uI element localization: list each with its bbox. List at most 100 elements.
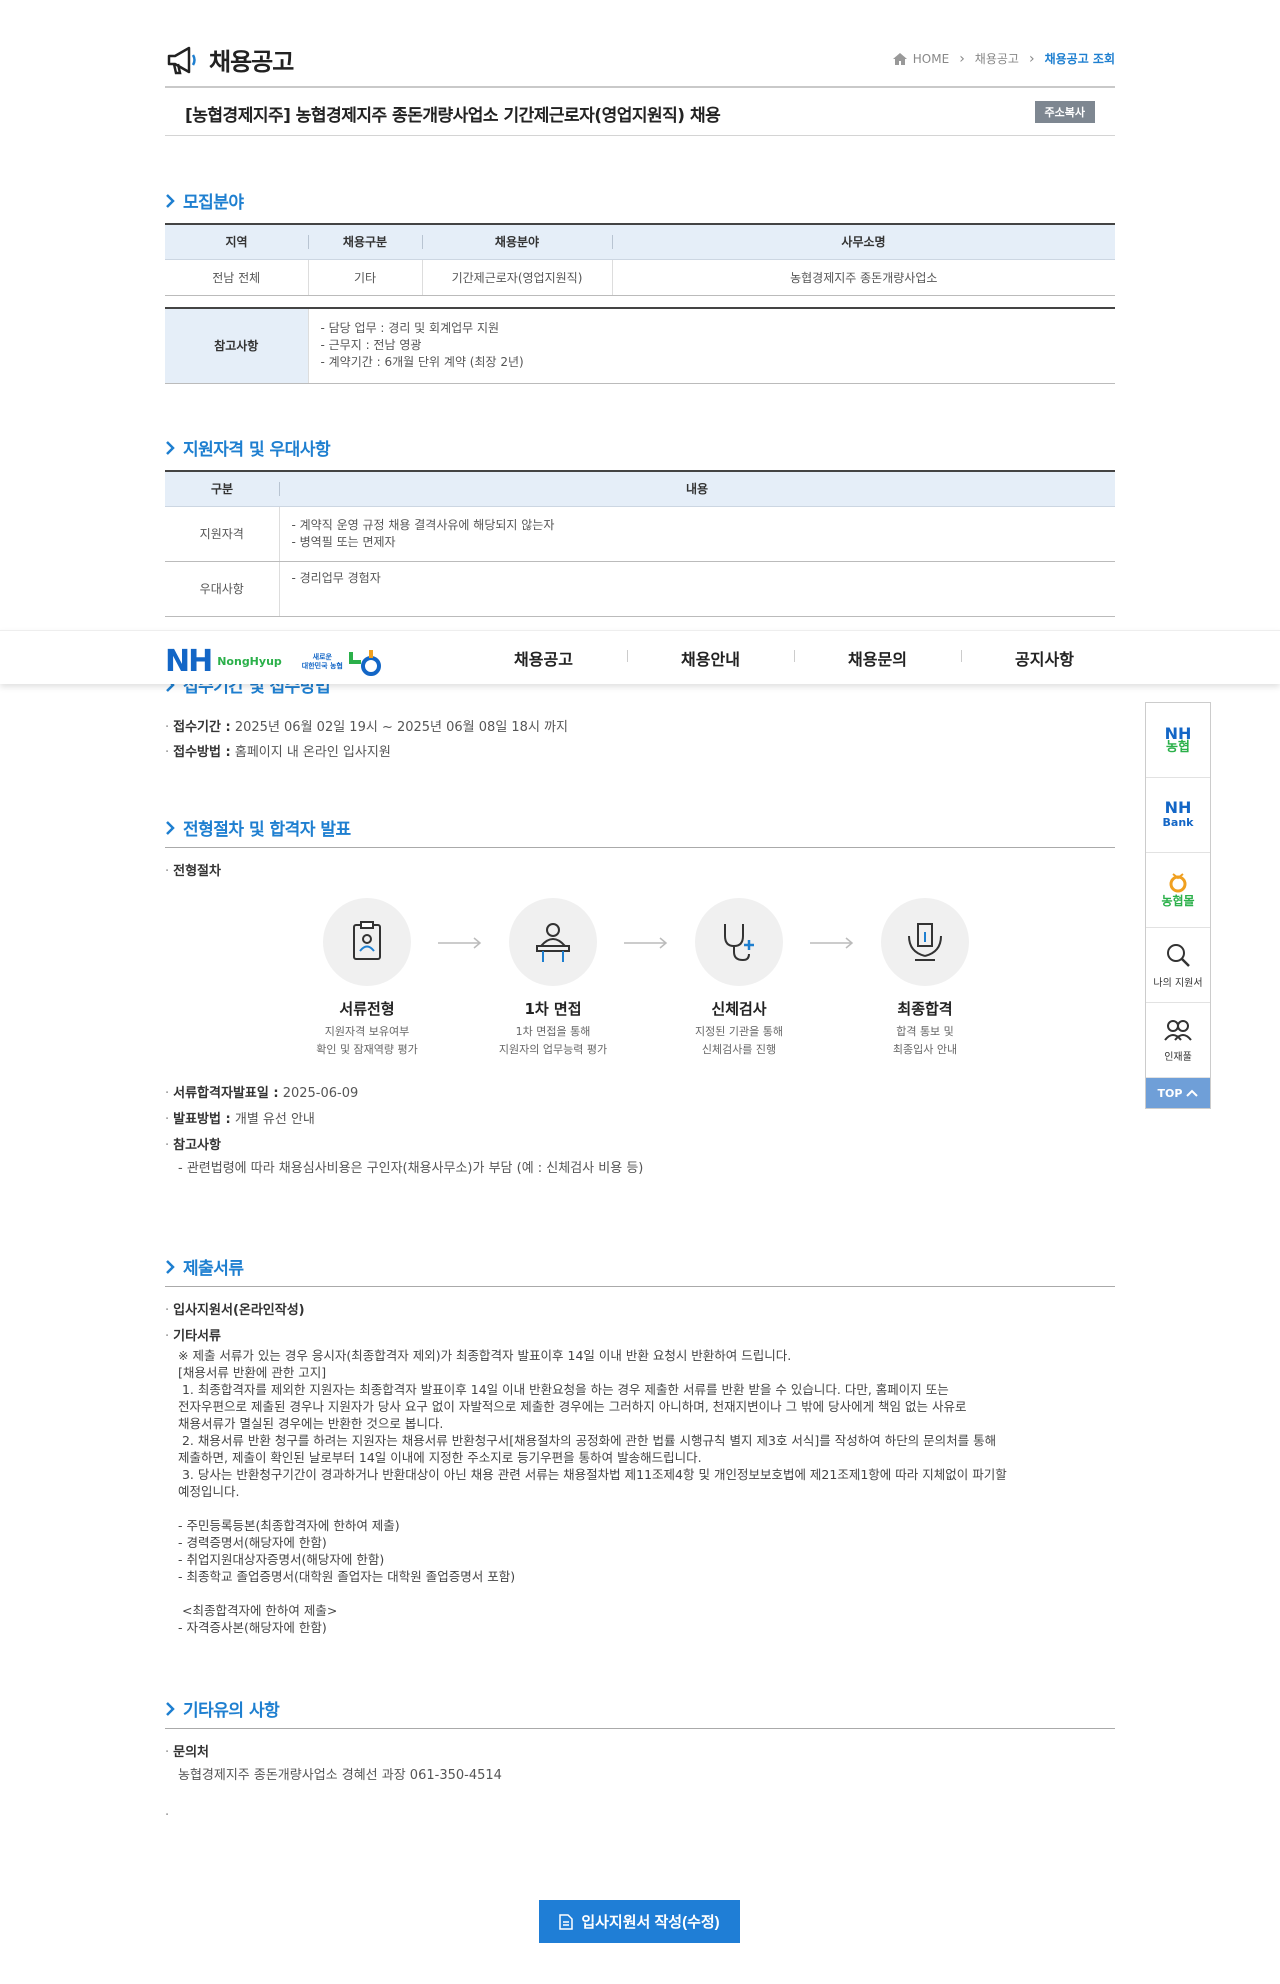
- label: 발표방법 :: [173, 1112, 231, 1127]
- nh-logo-text: NongHyup: [217, 655, 282, 668]
- step-desc: 지원자격 보유여부: [324, 1025, 410, 1038]
- section-title-text: 기타유의 사항: [183, 1701, 280, 1721]
- value: 2025년 06월 02일 19시 ~ 2025년 06월 08일 18시 까지: [234, 720, 568, 735]
- documents-body: ※ 제출 서류가 있는 경우 응시자(최종합격자 제외)가 최종합격자 발표이후…: [178, 1348, 1007, 1635]
- breadcrumb-home[interactable]: HOME: [913, 52, 949, 66]
- divider: [165, 1728, 1115, 1729]
- section-title-process: 전형절차 및 합격자 발표: [165, 815, 351, 840]
- step-desc: 최종입사 안내: [892, 1043, 958, 1056]
- step-desc: 확인 및 잠재역량 평가: [316, 1043, 418, 1056]
- table-cell: 기타: [307, 259, 422, 296]
- nh-brand-icon: [348, 649, 381, 676]
- section-title-documents: 제출서류: [165, 1254, 244, 1279]
- label: 참고사항: [173, 1138, 221, 1153]
- table-cell: 기간제근로자(영업지원직): [421, 259, 612, 296]
- col-header: 구분: [165, 472, 279, 507]
- process-step: 신체검사 지정된 기관을 통해 신체검사를 진행: [639, 898, 839, 1059]
- process-step: 1차 면접 1차 면접을 통해 지원자의 업무능력 평가: [453, 898, 653, 1059]
- process-step: 서류전형 지원자격 보유여부확인 및 잠재역량 평가: [267, 898, 467, 1059]
- section-title-text: 전형절차 및 합격자 발표: [183, 820, 351, 840]
- section-title-etc: 기타유의 사항: [165, 1696, 280, 1721]
- nh-logo-text: 농협: [1166, 739, 1190, 755]
- nh-logo-icon: NH: [1164, 723, 1192, 743]
- section-title-text: 제출서류: [183, 1259, 244, 1279]
- people-icon: [1164, 1019, 1192, 1041]
- table-cell: - 경리업무 경험자: [278, 561, 1115, 617]
- col-header: 사무소명: [612, 225, 1115, 260]
- scroll-top-button[interactable]: TOP: [1146, 1078, 1210, 1108]
- job-title-bar: [농협경제지주] 농협경제지주 종돈개량사업소 기간제근로자(영업지원직) 채용…: [165, 90, 1115, 136]
- step-name: 서류전형: [339, 1000, 395, 1018]
- menu-item-inquiry[interactable]: 채용문의: [794, 646, 961, 670]
- nh-logo[interactable]: NH NongHyup 새로운 대한민국 농협: [165, 644, 383, 679]
- value: 2025-06-09: [282, 1086, 359, 1101]
- menu-item-guide[interactable]: 채용안내: [627, 646, 794, 670]
- chevron-right-icon: [166, 1701, 175, 1716]
- section-title-text: 지원자격 및 우대사항: [183, 440, 331, 460]
- note-line: - 계약기간 : 6개월 단위 계약 (최장 2년): [320, 355, 524, 370]
- apply-period: · 접수기간 : 2025년 06월 02일 19시 ~ 2025년 06월 08…: [165, 720, 568, 735]
- copy-url-button[interactable]: 주소복사: [1034, 101, 1095, 123]
- quick-nh-mall[interactable]: 농협몰: [1146, 853, 1210, 928]
- table-cell: 농협경제지주 종돈개량사업소: [611, 259, 1115, 296]
- chevron-right-icon: [166, 193, 175, 208]
- breadcrumb-jobs[interactable]: 채용공고: [975, 50, 1019, 67]
- table-cell: - 계약직 운영 규정 채용 결격사유에 해당되지 않는자 - 병역필 또는 면…: [278, 506, 1115, 562]
- table-row: 우대사항 - 경리업무 경험자: [165, 561, 1115, 617]
- quick-nh-bank[interactable]: NH Bank: [1146, 778, 1210, 853]
- col-header: 내용: [279, 472, 1115, 507]
- step-desc: 1차 면접을 통해: [515, 1025, 591, 1038]
- quick-menu: NH 농협 NH Bank 농협몰 나의 지원서 인재풀 TOP: [1145, 702, 1211, 1109]
- megaphone-icon: [167, 46, 196, 74]
- value: 홈페이지 내 온라인 입사지원: [234, 745, 391, 760]
- section-title-recruit: 모집분야: [165, 188, 244, 213]
- step-name: 신체검사: [711, 1000, 767, 1018]
- breadcrumb-current[interactable]: 채용공고 조회: [1045, 50, 1115, 67]
- step-desc: 신체검사를 진행: [701, 1043, 777, 1056]
- empty-bullet: ·: [165, 1808, 170, 1823]
- col-header: 채용구분: [308, 225, 422, 260]
- quick-label: 나의 지원서: [1153, 977, 1203, 989]
- medal-icon: [1169, 873, 1187, 893]
- nh-mall-text: 농협몰: [1161, 894, 1195, 908]
- quick-nh-nonghyup[interactable]: NH 농협: [1146, 703, 1210, 778]
- menu-item-jobs[interactable]: 채용공고: [460, 646, 627, 670]
- page-title-text: 채용공고: [209, 48, 294, 76]
- document-review-icon: [323, 898, 411, 986]
- laurel-award-icon: [881, 898, 969, 986]
- process-note-label: · 참고사항: [165, 1138, 221, 1153]
- divider: [165, 847, 1115, 848]
- breadcrumb: HOME › 채용공고 › 채용공고 조회: [892, 50, 1115, 67]
- apply-form-button[interactable]: 입사지원서 작성(수정): [539, 1900, 740, 1943]
- table-cell: 지원자격: [165, 506, 279, 562]
- section-title-qualify: 지원자격 및 우대사항: [165, 435, 331, 460]
- contact-label: · 문의처: [165, 1745, 210, 1760]
- value: 개별 유선 안내: [234, 1112, 315, 1127]
- label: 접수기간 :: [173, 720, 231, 735]
- label: 문의처: [173, 1745, 210, 1760]
- note-content: - 담당 업무 : 경리 및 회계업무 지원 - 근무지 : 전남 영광 - 계…: [307, 309, 1115, 384]
- note-line: - 근무지 : 전남 영광: [320, 338, 422, 353]
- quick-talent-pool[interactable]: 인재풀: [1146, 1003, 1210, 1078]
- chevron-right-icon: ›: [959, 50, 965, 67]
- page-title: 채용공고: [165, 42, 294, 77]
- note-line: - 담당 업무 : 경리 및 회계업무 지원: [320, 321, 500, 336]
- quick-label: 인재풀: [1164, 1051, 1192, 1063]
- interview-icon: [509, 898, 597, 986]
- nh-bank-icon: NH: [1164, 798, 1192, 817]
- table-row: 전남 전체 기타 기간제근로자(영업지원직) 농협경제지주 종돈개량사업소: [165, 259, 1115, 296]
- step-desc: 지원자의 업무능력 평가: [498, 1043, 608, 1056]
- process-step: 최종합격 합격 통보 및 최종입사 안내: [825, 898, 1025, 1059]
- doc-item: · 입사지원서(온라인작성): [165, 1303, 305, 1318]
- chevron-right-icon: [166, 440, 175, 455]
- label: 전형절차: [173, 864, 221, 879]
- quick-my-application[interactable]: 나의 지원서: [1146, 928, 1210, 1003]
- slogan-line: 새로운: [312, 652, 332, 661]
- process-label: · 전형절차: [165, 864, 221, 879]
- col-header: 채용분야: [422, 225, 612, 260]
- chevron-right-icon: [166, 820, 175, 835]
- table-cell: 우대사항: [165, 561, 279, 617]
- magnifier-icon: [1167, 943, 1190, 967]
- menu-item-notice[interactable]: 공지사항: [961, 646, 1128, 670]
- table-cell: 전남 전체: [165, 259, 308, 296]
